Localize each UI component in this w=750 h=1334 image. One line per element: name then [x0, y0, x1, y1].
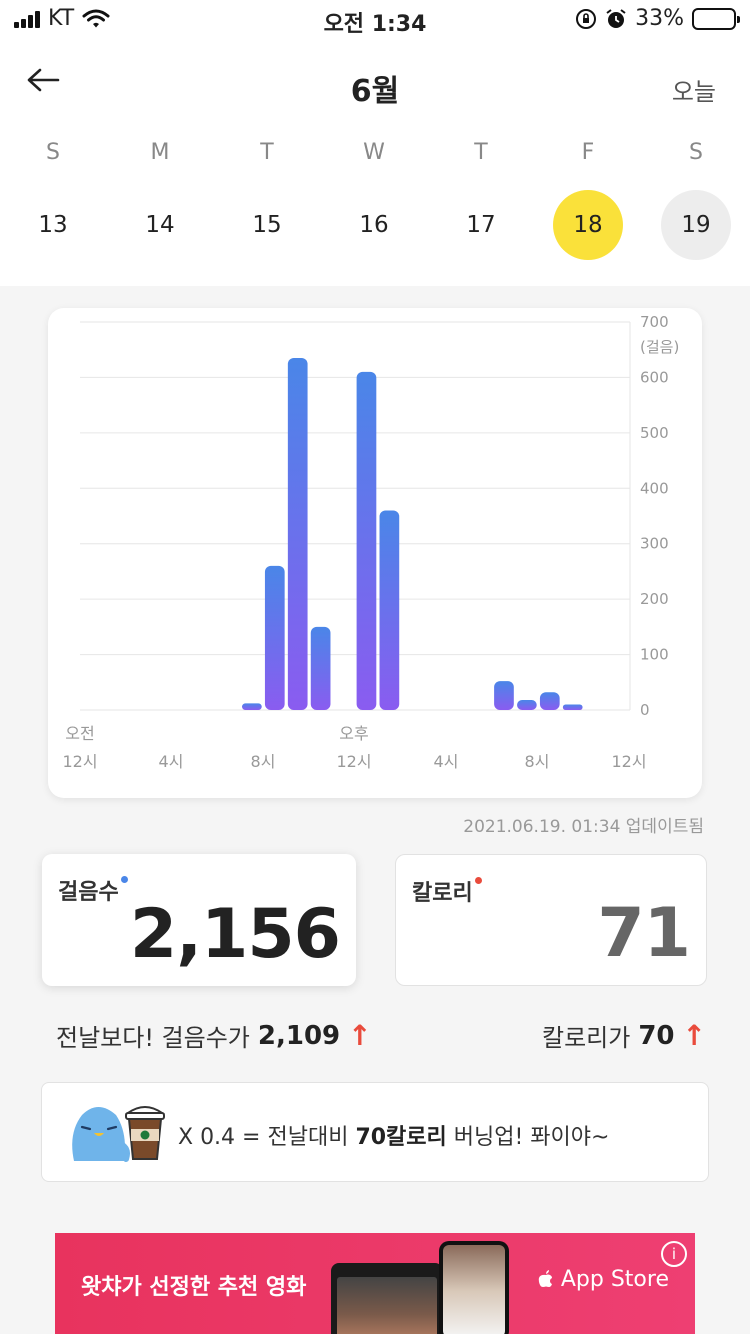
chart-bar	[287, 358, 308, 710]
ad-tablet-image	[331, 1263, 443, 1334]
y-tick-label: 300	[640, 535, 669, 553]
calorie-value: 71	[597, 894, 691, 973]
y-tick-label: 0	[640, 701, 650, 719]
hourly-steps-chart: 0 100 200 300 400 500 600 700 (걸음) 12시 4시 8시 12시 4시 8시…	[48, 308, 702, 798]
burn-up-suffix: 버닝업! 퐈이야~	[446, 1125, 610, 1150]
weekday-label: W	[363, 140, 385, 165]
steps-indicator-dot	[120, 876, 128, 883]
chart-bar	[264, 565, 285, 710]
app-store-badge[interactable]: App Store	[538, 1267, 669, 1292]
weekday-label: S	[46, 140, 60, 165]
steps-label-row: 걸음수	[58, 874, 128, 906]
x-period-label: 오전	[65, 724, 94, 743]
date-17[interactable]: 17	[446, 190, 516, 260]
steps-card[interactable]: 걸음수 2,156	[42, 854, 356, 986]
date-14[interactable]: 14	[125, 190, 195, 260]
weekday-label: F	[581, 140, 595, 165]
y-tick-label: 600	[640, 368, 669, 386]
penguin-character-icon	[72, 1107, 130, 1162]
status-bar: KT 오전 1:34 33%	[0, 0, 750, 42]
ad-phone-image	[439, 1241, 509, 1334]
date-16[interactable]: 16	[339, 190, 409, 260]
chart-bar	[242, 703, 262, 710]
date-19[interactable]: 19	[661, 190, 731, 260]
burn-up-message: X 0.4 = 전날대비 70칼로리 버닝업! 퐈이야~	[178, 1119, 609, 1151]
calorie-indicator-dot	[474, 877, 482, 884]
y-tick-label: 100	[640, 646, 669, 664]
coffee-cup-icon	[124, 1106, 166, 1160]
up-arrow-icon: ↑	[682, 1019, 706, 1052]
today-button[interactable]: 오늘	[672, 72, 716, 107]
date-row: 13 14 15 16 17 18 19	[0, 190, 750, 260]
chart-bar	[494, 681, 514, 710]
steps-compare: 전날보다! 걸음수가 2,109 ↑	[56, 1018, 372, 1053]
x-tick-label: 4시	[434, 752, 459, 771]
burn-up-card: X 0.4 = 전날대비 70칼로리 버닝업! 퐈이야~	[41, 1082, 709, 1182]
week-header: 6월 오늘 S M T W T F S 13 14 15 16 17 18 19	[0, 42, 750, 286]
steps-value: 2,156	[129, 895, 341, 974]
battery-icon	[692, 7, 740, 30]
date-13[interactable]: 13	[18, 190, 88, 260]
orientation-lock-icon	[576, 8, 597, 29]
app-store-label: App Store	[553, 1267, 669, 1292]
weekday-label: T	[260, 140, 274, 165]
y-tick-label: 500	[640, 424, 669, 442]
date-15[interactable]: 15	[232, 190, 302, 260]
up-arrow-icon: ↑	[348, 1019, 372, 1052]
ad-title: 왓챠가 선정한 추천 영화	[81, 1275, 307, 1300]
date-18-selected[interactable]: 18	[553, 190, 623, 260]
battery-percent: 33%	[635, 6, 684, 31]
x-tick-label: 12시	[62, 752, 97, 771]
steps-label: 걸음수	[58, 880, 119, 905]
y-axis-unit-label: (걸음)	[640, 338, 679, 356]
chart-bar	[539, 692, 560, 710]
calorie-compare-value: 70	[638, 1020, 675, 1051]
chart-bar	[562, 704, 583, 710]
calorie-card[interactable]: 칼로리 71	[395, 854, 707, 986]
calorie-compare: 칼로리가 70 ↑	[542, 1018, 706, 1053]
ad-banner[interactable]: 왓챠가 선정한 추천 영화 App Store i	[55, 1233, 695, 1334]
y-tick-label: 400	[640, 479, 669, 497]
x-tick-label: 8시	[251, 752, 276, 771]
chart-bar	[379, 510, 400, 710]
steps-bar-chart: 0 100 200 300 400 500 600 700 (걸음) 12시 4시 8시 12시 4시 8시…	[62, 313, 679, 771]
y-tick-label: 700	[640, 313, 669, 331]
x-period-label: 오후	[339, 724, 368, 743]
burn-up-prefix: X 0.4 = 전날대비	[178, 1125, 356, 1150]
apple-logo-icon	[538, 1270, 552, 1287]
y-tick-label: 200	[640, 590, 669, 608]
steps-compare-text: 전날보다! 걸음수가	[56, 1024, 250, 1052]
month-title: 6월	[350, 74, 400, 109]
x-tick-label: 4시	[159, 752, 184, 771]
weekday-row: S M T W T F S	[0, 140, 750, 170]
calorie-compare-text: 칼로리가	[542, 1024, 631, 1052]
chart-bar	[517, 700, 537, 710]
calorie-label: 칼로리	[412, 881, 473, 906]
chart-bar	[356, 371, 377, 710]
chart-bar	[310, 626, 331, 710]
x-tick-label: 12시	[336, 752, 371, 771]
updated-timestamp: 2021.06.19. 01:34 업데이트됨	[463, 817, 704, 837]
x-tick-label: 12시	[611, 752, 646, 771]
weekday-label: M	[150, 140, 170, 165]
status-right: 33%	[575, 6, 740, 31]
burn-up-calories: 70칼로리	[355, 1125, 447, 1150]
weekday-label: S	[689, 140, 703, 165]
alarm-icon	[606, 8, 626, 28]
x-tick-label: 8시	[525, 752, 550, 771]
steps-compare-value: 2,109	[257, 1020, 341, 1051]
calorie-label-row: 칼로리	[412, 875, 482, 907]
ad-info-icon[interactable]: i	[661, 1241, 687, 1267]
weekday-label: T	[474, 140, 488, 165]
